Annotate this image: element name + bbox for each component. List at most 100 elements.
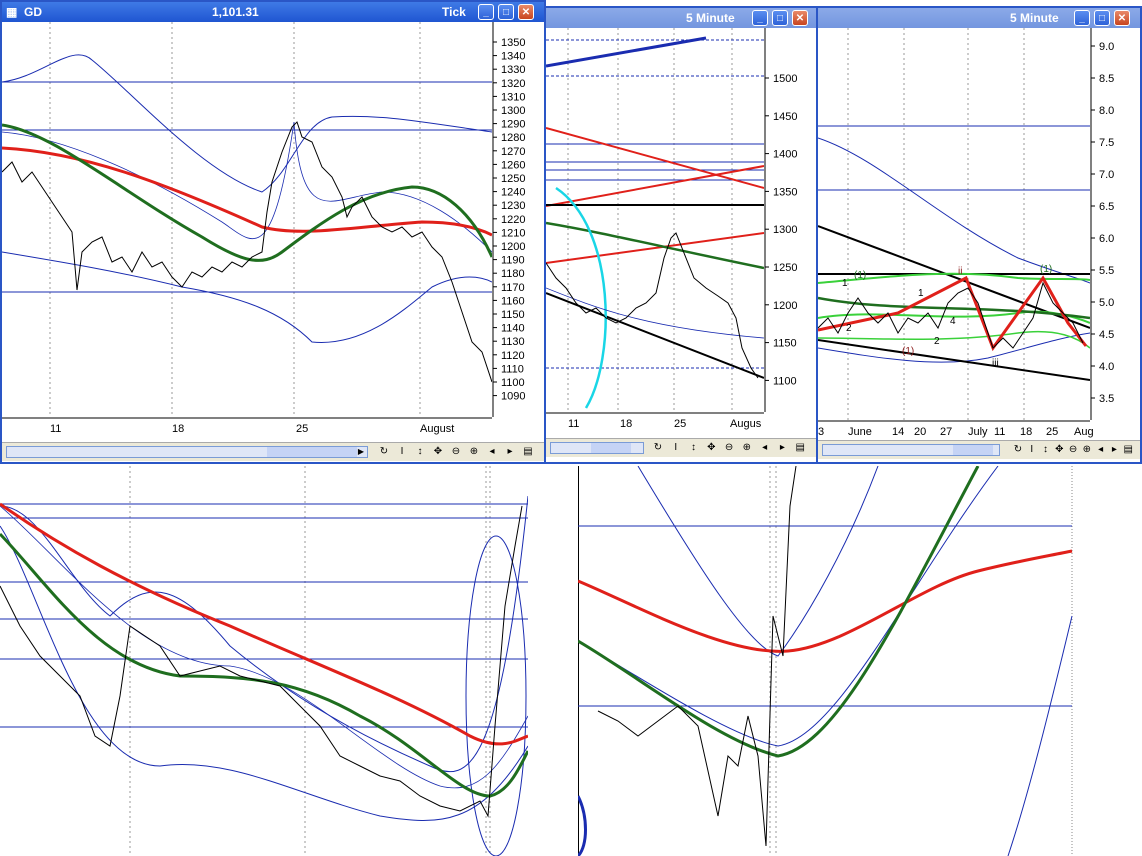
y-tick-label: 1110 (501, 363, 524, 375)
middle-title-bar[interactable]: 5 Minute _ □ ✕ (546, 8, 816, 28)
y-tick-label: 1170 (501, 282, 525, 294)
bottom-right-chart[interactable] (578, 466, 1142, 856)
right-title-bar[interactable]: 5 Minute _ □ ✕ (818, 8, 1140, 28)
gd-chart-window[interactable]: ▦ GD 1,101.31 Tick _ □ ✕ 1350 1340 1330 132… (0, 0, 546, 464)
x-tick-label: Augus (730, 418, 762, 430)
y-tick-label: 1300 (773, 224, 797, 236)
refresh-icon[interactable]: ↻ (378, 445, 390, 458)
x-tick-label: 11 (568, 418, 579, 430)
y-tick-label: 1210 (501, 227, 525, 239)
gd-price-plot[interactable] (2, 22, 492, 417)
middle-chart-window[interactable]: 5 Minute _ □ ✕ 1500 1450 1400 1350 1300 1250 1… (544, 6, 818, 464)
gd-title-bar[interactable]: ▦ GD 1,101.31 Tick _ □ ✕ (2, 2, 544, 22)
x-tick-label: 14 (892, 426, 904, 438)
y-tick-label: 5.5 (1099, 265, 1114, 277)
cursor-icon[interactable]: I (396, 445, 408, 458)
minimize-button[interactable]: _ (478, 4, 494, 20)
pan-icon[interactable]: ✥ (705, 441, 717, 454)
y-tick-label: 3.5 (1099, 393, 1114, 405)
y-tick-label: 1100 (773, 375, 797, 387)
bottom-left-chart[interactable] (0, 466, 528, 856)
close-button[interactable]: ✕ (518, 4, 534, 20)
x-tick-label: 25 (296, 423, 308, 435)
y-tick-label: 1350 (773, 186, 797, 198)
y-tick-label: 1200 (773, 300, 797, 312)
scroll-left-icon[interactable]: ◂ (486, 445, 498, 458)
scroll-right-arrow[interactable]: ▶ (355, 447, 367, 457)
right-chart-window[interactable]: 5 Minute _ □ ✕ 1 (1) 2 (1) ii 1 2 4 iii (1) 9.0 8.… (816, 6, 1142, 464)
middle-price-plot[interactable] (546, 28, 764, 412)
y-tick-label: 1500 (773, 73, 797, 85)
scroll-thumb[interactable] (267, 447, 357, 457)
y-tick-label: 1280 (501, 132, 525, 144)
menu-icon[interactable]: ▤ (1122, 443, 1134, 456)
x-tick-label: 25 (1046, 426, 1058, 438)
cursor-icon[interactable]: I (1026, 443, 1038, 456)
vertical-move-icon[interactable]: ↕ (1040, 443, 1052, 456)
interval-label: 5 Minute (686, 11, 735, 25)
menu-icon[interactable]: ▤ (522, 445, 534, 458)
refresh-icon[interactable]: ↻ (1012, 443, 1024, 456)
y-tick-label: 1220 (501, 214, 525, 226)
refresh-icon[interactable]: ↻ (652, 441, 664, 454)
vertical-move-icon[interactable]: ↕ (688, 441, 700, 454)
minimize-button[interactable]: _ (752, 10, 768, 26)
y-tick-label: 8.0 (1099, 105, 1114, 117)
x-tick-label: 18 (172, 423, 184, 435)
last-price-label: 1,101.31 (212, 5, 259, 19)
scroll-left-icon[interactable]: ◂ (1095, 443, 1107, 456)
cursor-icon[interactable]: I (670, 441, 682, 454)
zoom-in-icon[interactable]: ⊕ (741, 441, 753, 454)
zoom-in-icon[interactable]: ⊕ (468, 445, 480, 458)
y-tick-label: 6.0 (1099, 233, 1114, 245)
pan-icon[interactable]: ✥ (432, 445, 444, 458)
zoom-out-icon[interactable]: ⊖ (1067, 443, 1079, 456)
zoom-out-icon[interactable]: ⊖ (723, 441, 735, 454)
scroll-right-icon[interactable]: ▸ (504, 445, 516, 458)
y-tick-label: 1120 (501, 350, 525, 362)
green-ma (2, 123, 492, 262)
y-tick-label: 1330 (501, 64, 525, 76)
y-tick-label: 1100 (501, 377, 525, 389)
symbol-label: GD (24, 5, 42, 19)
maximize-button[interactable]: □ (772, 10, 788, 26)
x-tick-label: Aug (1074, 426, 1094, 438)
y-tick-label: 1320 (501, 78, 525, 90)
x-tick-label: 18 (1020, 426, 1032, 438)
y-tick-label: 1350 (501, 37, 525, 49)
y-tick-label: 1240 (501, 187, 525, 199)
scroll-right-icon[interactable]: ▸ (1108, 443, 1120, 456)
minimize-button[interactable]: _ (1074, 10, 1090, 26)
middle-chart-toolbar: ↻ I ↕ ✥ ⊖ ⊕ ◂ ▸ ▤ (546, 438, 816, 457)
y-tick-label: 1260 (501, 159, 525, 171)
close-button[interactable]: ✕ (792, 10, 808, 26)
y-tick-label: 1130 (501, 336, 525, 348)
y-tick-label: 8.5 (1099, 73, 1114, 85)
right-y-axis: 9.0 8.5 8.0 7.5 7.0 6.5 6.0 5.5 5.0 4.5 4.0 3.5 (1090, 28, 1140, 420)
y-tick-label: 1270 (501, 146, 525, 158)
y-tick-label: 9.0 (1099, 41, 1114, 53)
maximize-button[interactable]: □ (498, 4, 514, 20)
scroll-thumb[interactable] (953, 445, 993, 455)
gd-horizontal-scrollbar[interactable]: ▶ (6, 446, 368, 458)
menu-icon[interactable]: ▤ (794, 441, 806, 454)
close-button[interactable]: ✕ (1114, 10, 1130, 26)
y-tick-label: 7.5 (1099, 137, 1114, 149)
zoom-out-icon[interactable]: ⊖ (450, 445, 462, 458)
x-tick-label: 11 (994, 426, 1005, 438)
vertical-move-icon[interactable]: ↕ (414, 445, 426, 458)
interval-label: Tick (442, 5, 466, 19)
x-tick-label: 3 (818, 426, 824, 438)
scroll-right-icon[interactable]: ▸ (776, 441, 788, 454)
maximize-button[interactable]: □ (1094, 10, 1110, 26)
elliott-wave-label: 2 (846, 323, 852, 334)
right-x-axis: 3 June 14 20 27 July 11 18 25 Aug (818, 420, 1140, 440)
right-horizontal-scrollbar[interactable] (822, 444, 1000, 456)
scroll-left-icon[interactable]: ◂ (759, 441, 771, 454)
pan-icon[interactable]: ✥ (1053, 443, 1065, 456)
middle-horizontal-scrollbar[interactable] (550, 442, 644, 454)
zoom-in-icon[interactable]: ⊕ (1081, 443, 1093, 456)
right-price-plot[interactable]: 1(1)2(1)ii124iii(1) (818, 28, 1090, 420)
scroll-thumb[interactable] (591, 443, 631, 453)
x-tick-label: 25 (674, 418, 686, 430)
